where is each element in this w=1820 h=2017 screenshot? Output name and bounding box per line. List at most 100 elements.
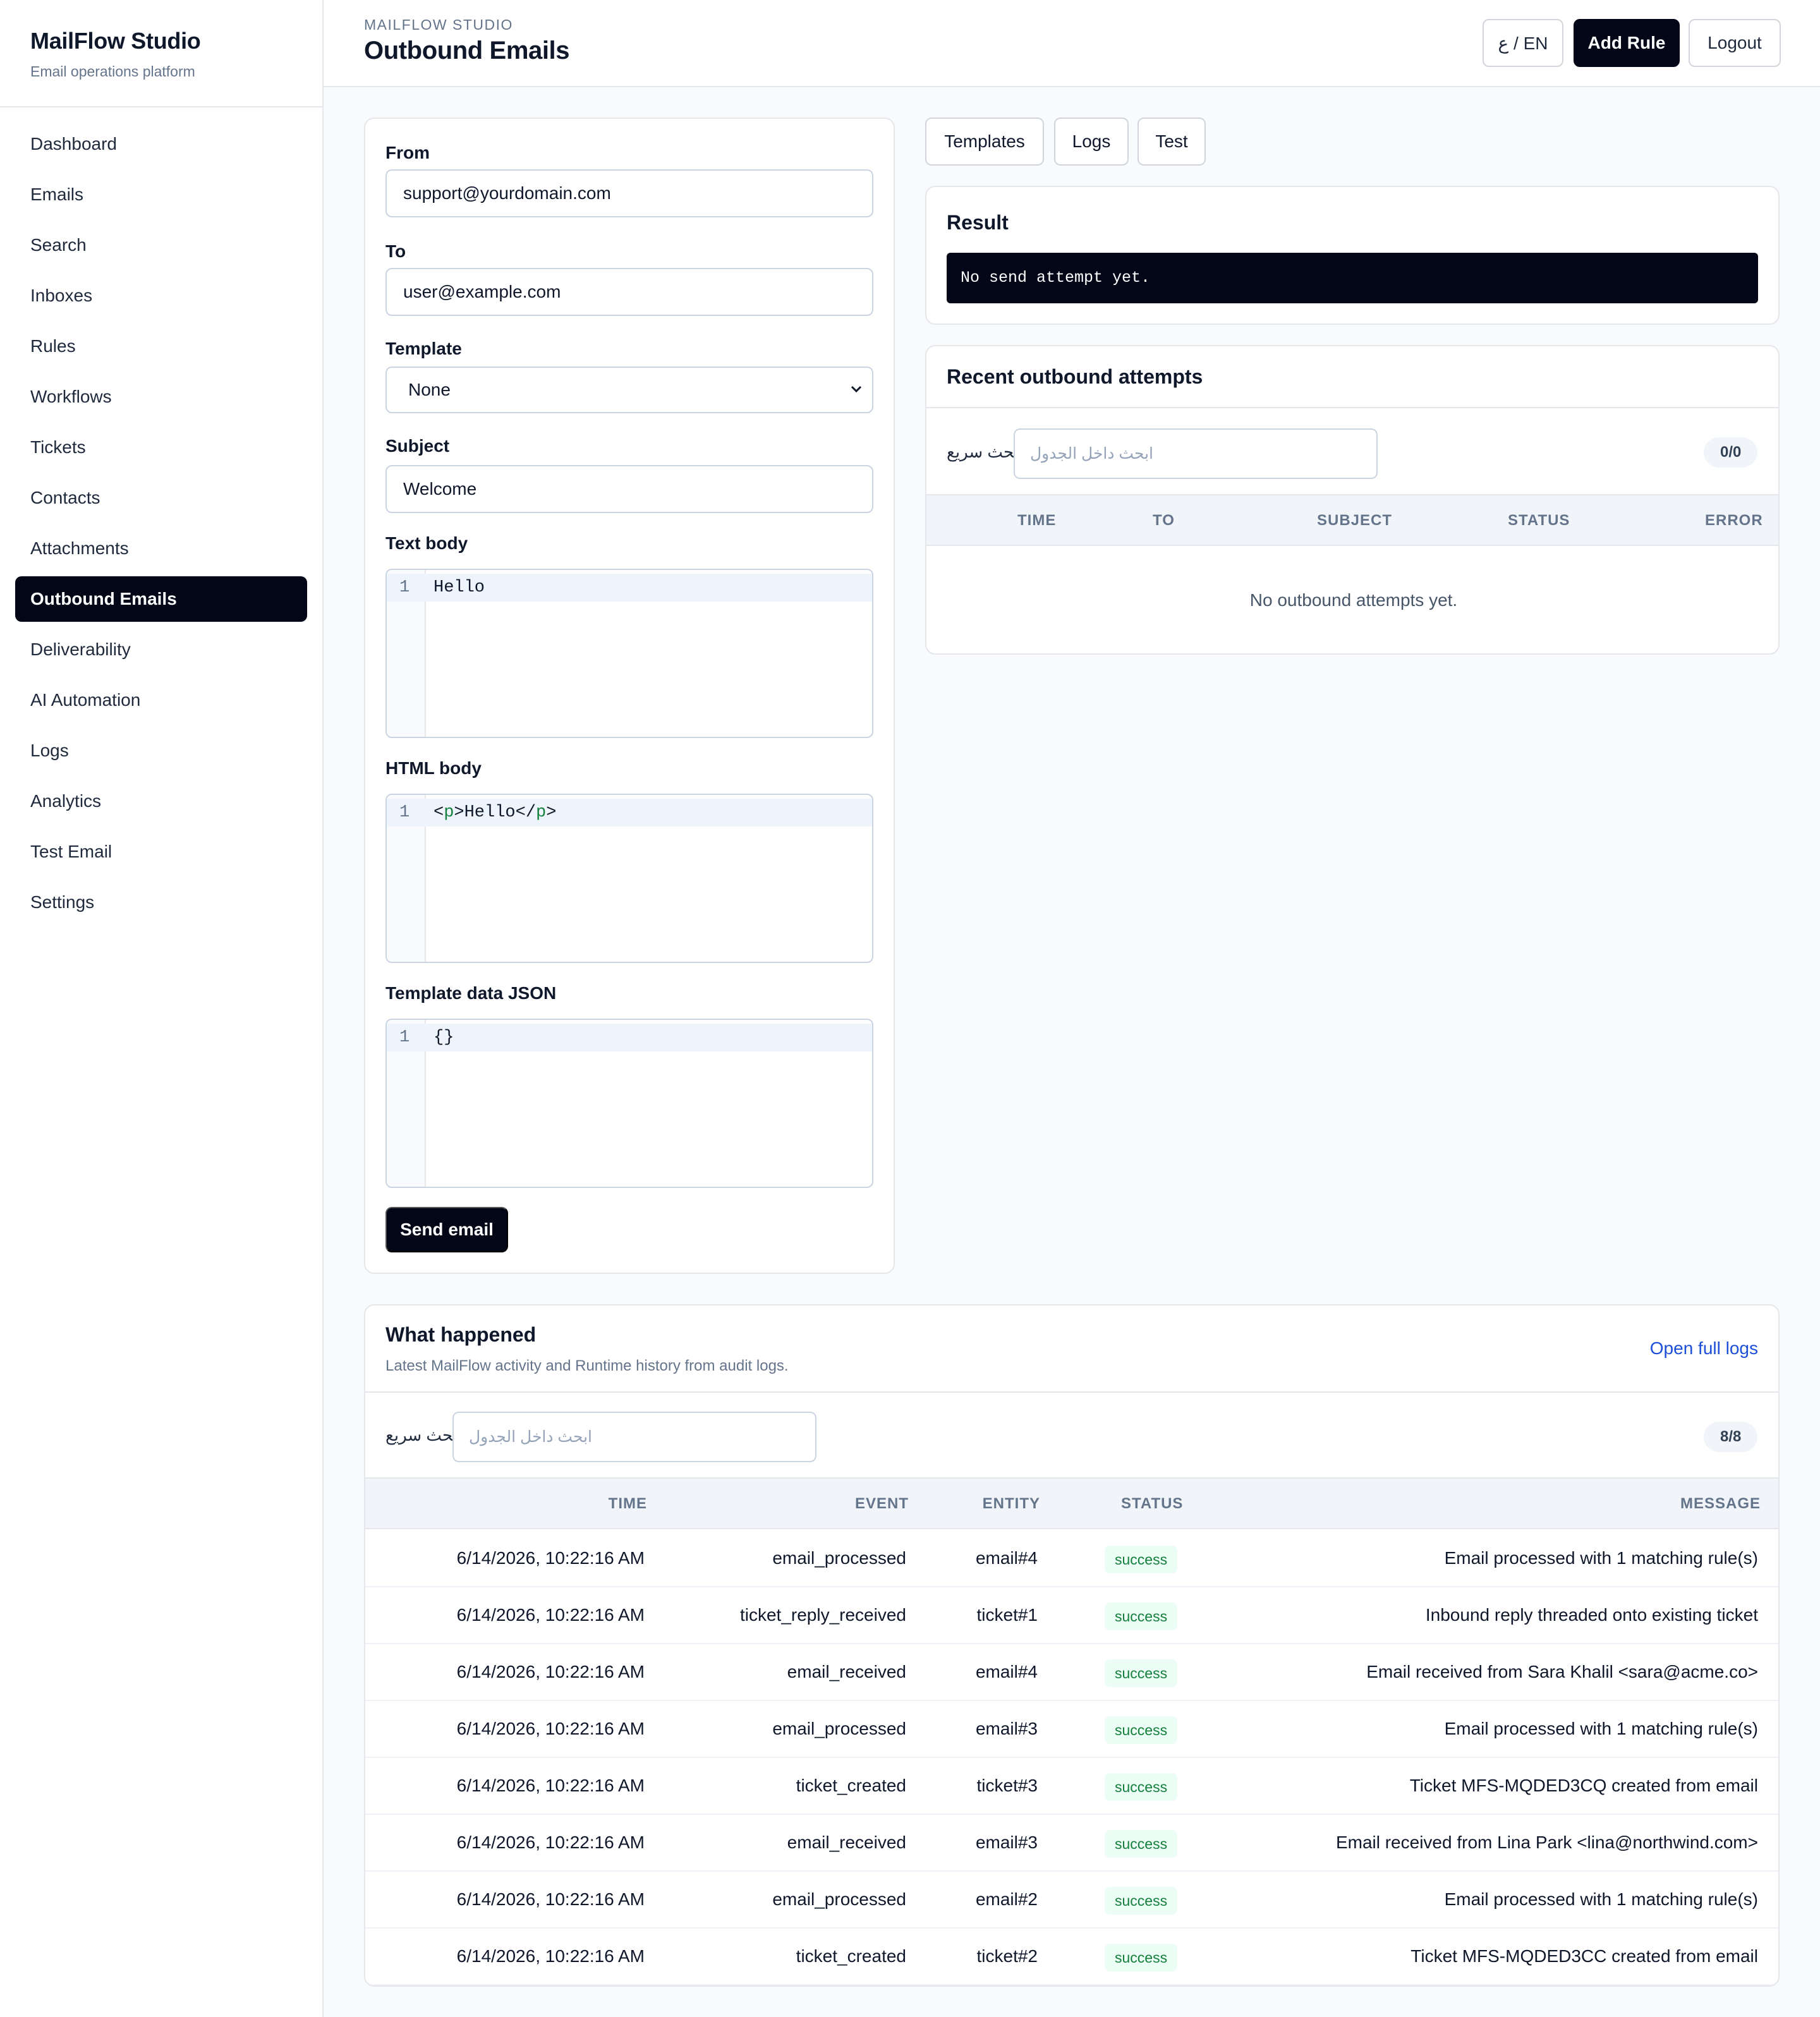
quick-search-input[interactable]: ابحث داخل الجدول: [1014, 428, 1378, 479]
header-eyebrow: MAILFLOW STUDIO: [364, 16, 513, 33]
table-row[interactable]: 6/14/2026, 10:22:16 AM email_processed ema…: [365, 1701, 1778, 1758]
sidebar-item-settings[interactable]: Settings: [15, 880, 307, 925]
send-email-form: From support@yourdomain.com To user@exam…: [364, 118, 895, 1274]
table-row[interactable]: 6/14/2026, 10:22:16 AM ticket_created tick…: [365, 1929, 1778, 1985]
sidebar-item-outbound-emails[interactable]: Outbound Emails: [15, 576, 307, 622]
template-select[interactable]: None: [385, 366, 873, 413]
table-row[interactable]: 6/14/2026, 10:22:16 AM email_processed ema…: [365, 1530, 1778, 1587]
table-row[interactable]: 6/14/2026, 10:22:16 AM ticket_reply_recei…: [365, 1587, 1778, 1644]
line-number: 1: [399, 1028, 410, 1047]
cell-time: 6/14/2026, 10:22:16 AM: [456, 1832, 645, 1852]
page-title: Outbound Emails: [364, 37, 570, 64]
recent-attempts-title: Recent outbound attempts: [947, 365, 1203, 388]
column-header-time: TIME: [1017, 512, 1057, 529]
cell-time: 6/14/2026, 10:22:16 AM: [456, 1946, 645, 1966]
result-card: Result No send attempt yet.: [925, 186, 1780, 325]
cell-time: 6/14/2026, 10:22:16 AM: [456, 1719, 645, 1738]
sidebar-item-contacts[interactable]: Contacts: [15, 475, 307, 521]
table-header: TIME EVENT ENTITY STATUS MESSAGE: [365, 1477, 1778, 1529]
cell-event: email_received: [787, 1832, 906, 1852]
empty-state: No outbound attempts yet.: [1249, 590, 1458, 610]
tab-logs[interactable]: Logs: [1054, 118, 1129, 166]
to-input[interactable]: user@example.com: [385, 268, 873, 316]
cell-event: ticket_reply_received: [739, 1605, 906, 1625]
cell-entity: email#3: [975, 1832, 1038, 1852]
sidebar-item-analytics[interactable]: Analytics: [15, 778, 307, 824]
quick-search-label: بحث سريع: [947, 442, 1019, 461]
sidebar-item-rules[interactable]: Rules: [15, 324, 307, 369]
column-header-status: STATUS: [1508, 512, 1570, 529]
text-body-content: Hello: [434, 578, 485, 597]
sidebar-item-tickets[interactable]: Tickets: [15, 425, 307, 470]
sidebar-item-attachments[interactable]: Attachments: [15, 526, 307, 571]
status-badge: success: [1105, 1944, 1178, 1972]
line-number: 1: [399, 803, 410, 822]
cell-time: 6/14/2026, 10:22:16 AM: [456, 1548, 645, 1568]
quick-search-input[interactable]: ابحث داخل الجدول: [452, 1412, 816, 1462]
json-content: {}: [434, 1028, 454, 1047]
table-row[interactable]: 6/14/2026, 10:22:16 AM email_received emai…: [365, 1644, 1778, 1701]
quick-search-placeholder: ابحث داخل الجدول: [469, 1428, 593, 1446]
template-label: Template: [385, 339, 462, 358]
brand-subtitle: Email operations platform: [30, 63, 195, 80]
recent-attempts-card: Recent outbound attempts بحث سريع ابحث د…: [925, 345, 1780, 655]
cell-message: Email processed with 1 matching rule(s): [1444, 1548, 1758, 1568]
cell-event: ticket_created: [796, 1776, 906, 1795]
template-data-json-editor[interactable]: 1 {}: [385, 1019, 873, 1188]
status-badge: success: [1105, 1546, 1178, 1573]
language-toggle-button[interactable]: ع / EN: [1483, 19, 1563, 67]
brand: MailFlow Studio Email operations platfor…: [0, 0, 322, 107]
sidebar-item-test-email[interactable]: Test Email: [15, 829, 307, 875]
column-header-event: EVENT: [854, 1495, 909, 1512]
table-row[interactable]: 6/14/2026, 10:22:16 AM ticket_created tick…: [365, 1758, 1778, 1815]
sidebar-item-workflows[interactable]: Workflows: [15, 374, 307, 420]
sidebar-item-emails[interactable]: Emails: [15, 172, 307, 217]
status-badge: success: [1105, 1773, 1178, 1801]
tab-templates[interactable]: Templates: [925, 118, 1044, 166]
sidebar-item-inboxes[interactable]: Inboxes: [15, 273, 307, 318]
count-badge: 0/0: [1704, 437, 1758, 468]
table-row[interactable]: 6/14/2026, 10:22:16 AM email_received emai…: [365, 1815, 1778, 1872]
cell-time: 6/14/2026, 10:22:16 AM: [456, 1662, 645, 1681]
table-header: TIME TO SUBJECT STATUS ERROR: [926, 494, 1778, 546]
result-title: Result: [947, 211, 1009, 234]
cell-time: 6/14/2026, 10:22:16 AM: [456, 1605, 645, 1625]
cell-entity: email#4: [975, 1662, 1038, 1681]
from-input[interactable]: support@yourdomain.com: [385, 169, 873, 217]
html-body-editor[interactable]: 1 <p>Hello</p>: [385, 794, 873, 963]
quick-search-label: بحث سريع: [385, 1426, 458, 1445]
status-badge: success: [1105, 1830, 1178, 1858]
sidebar-item-logs[interactable]: Logs: [15, 728, 307, 773]
subject-input[interactable]: Welcome: [385, 465, 873, 513]
column-header-entity: ENTITY: [982, 1495, 1040, 1512]
to-label: To: [385, 241, 406, 261]
cell-event: email_processed: [772, 1889, 906, 1909]
column-header-error: ERROR: [1705, 512, 1763, 529]
column-header-status: STATUS: [1121, 1495, 1184, 1512]
tab-test[interactable]: Test: [1138, 118, 1206, 166]
template-select-value: None: [408, 380, 451, 399]
sidebar-item-deliverability[interactable]: Deliverability: [15, 627, 307, 672]
logout-button[interactable]: Logout: [1689, 19, 1781, 67]
sidebar-item-search[interactable]: Search: [15, 222, 307, 268]
cell-message: Ticket MFS-MQDED3CC created from email: [1410, 1946, 1758, 1966]
cell-entity: ticket#1: [976, 1605, 1038, 1625]
sidebar-item-dashboard[interactable]: Dashboard: [15, 121, 307, 167]
table-row[interactable]: 6/14/2026, 10:22:16 AM email_processed ema…: [365, 1872, 1778, 1929]
open-full-logs-link[interactable]: Open full logs: [1650, 1338, 1758, 1359]
add-rule-button[interactable]: Add Rule: [1574, 19, 1680, 67]
column-header-subject: SUBJECT: [1317, 512, 1393, 529]
text-body-label: Text body: [385, 533, 468, 553]
cell-time: 6/14/2026, 10:22:16 AM: [456, 1776, 645, 1795]
sidebar-item-ai-automation[interactable]: AI Automation: [15, 677, 307, 723]
what-happened-title: What happened: [385, 1323, 537, 1346]
cell-event: email_processed: [772, 1719, 906, 1738]
sidebar: MailFlow Studio Email operations platfor…: [0, 0, 324, 2017]
column-header-message: MESSAGE: [1680, 1495, 1761, 1512]
cell-entity: email#2: [975, 1889, 1038, 1909]
column-header-to: TO: [1153, 512, 1175, 529]
text-body-editor[interactable]: 1 Hello: [385, 569, 873, 738]
send-email-button[interactable]: Send email: [385, 1207, 508, 1252]
cell-time: 6/14/2026, 10:22:16 AM: [456, 1889, 645, 1909]
status-badge: success: [1105, 1716, 1178, 1744]
